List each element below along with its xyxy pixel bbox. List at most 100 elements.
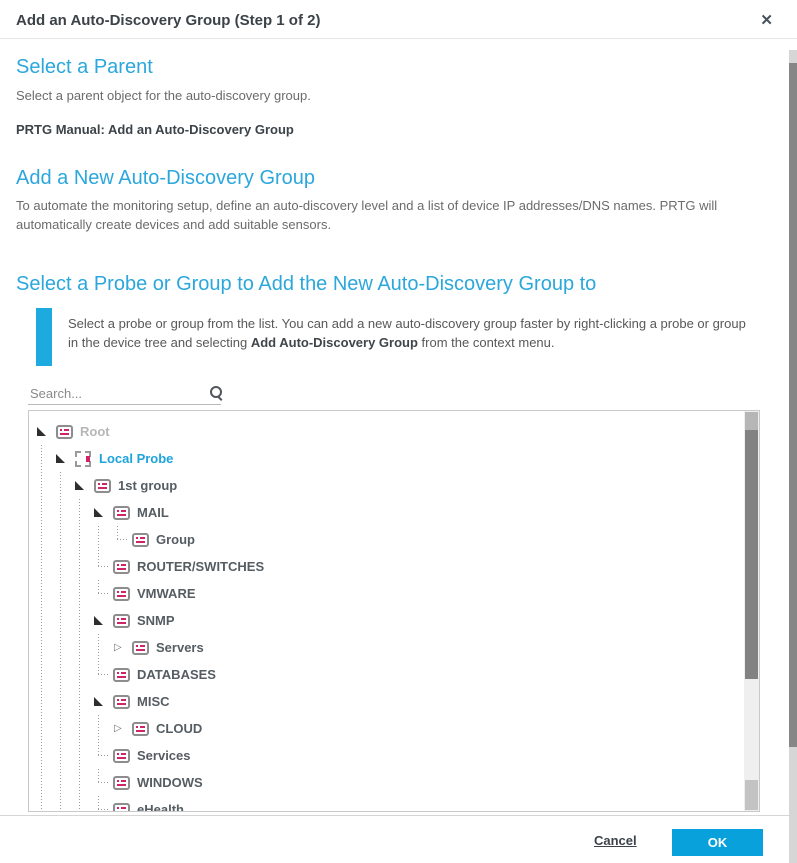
tree-node-local-probe[interactable]: Local Probe bbox=[29, 445, 759, 472]
tree-indent-guide bbox=[37, 580, 56, 607]
group-icon bbox=[113, 694, 131, 710]
tree-expander-expanded-icon[interactable] bbox=[94, 499, 113, 526]
tree-node-label[interactable]: MAIL bbox=[137, 505, 169, 520]
dialog-title: Add an Auto-Discovery Group (Step 1 of 2… bbox=[16, 12, 320, 29]
tree-expander-expanded-icon[interactable] bbox=[75, 472, 94, 499]
tree-connector bbox=[94, 580, 113, 607]
tree-indent-guide bbox=[37, 472, 56, 499]
tree-expander-collapsed-icon[interactable]: ▷ bbox=[113, 715, 132, 742]
tree-expander-collapsed-icon[interactable]: ▷ bbox=[113, 634, 132, 661]
tree-node-label[interactable]: ROUTER/SWITCHES bbox=[137, 559, 264, 574]
page-scrollbar-track[interactable] bbox=[789, 50, 797, 863]
prtg-manual-link[interactable]: PRTG Manual: Add an Auto-Discovery Group bbox=[16, 122, 294, 137]
tree-indent-guide bbox=[37, 499, 56, 526]
tree-node-servers[interactable]: ▷ Servers bbox=[29, 634, 759, 661]
tree-node-label[interactable]: CLOUD bbox=[156, 721, 202, 736]
close-icon[interactable]: ✕ bbox=[760, 11, 773, 29]
tree-scrollbar-top-cap[interactable] bbox=[745, 412, 758, 430]
tree-indent-guide bbox=[56, 769, 75, 796]
header-divider bbox=[0, 38, 797, 39]
info-box: Select a probe or group from the list. Y… bbox=[36, 308, 752, 366]
info-text-bold: Add Auto-Discovery Group bbox=[251, 335, 418, 350]
tree-indent-guide bbox=[75, 634, 94, 661]
info-text-post: from the context menu. bbox=[418, 335, 555, 350]
tree-scrollbar-bottom-cap[interactable] bbox=[745, 780, 758, 810]
group-icon bbox=[132, 532, 150, 548]
probe-icon bbox=[75, 451, 93, 467]
tree-connector bbox=[94, 661, 113, 688]
tree-indent-guide bbox=[94, 526, 113, 553]
tree-node-root[interactable]: Root bbox=[29, 418, 759, 445]
tree-indent-guide bbox=[56, 580, 75, 607]
tree-node-label[interactable]: VMWARE bbox=[137, 586, 196, 601]
tree-node-label[interactable]: MISC bbox=[137, 694, 170, 709]
tree-connector bbox=[94, 742, 113, 769]
tree-node-1st-group[interactable]: 1st group bbox=[29, 472, 759, 499]
tree-indent-guide bbox=[37, 526, 56, 553]
group-icon bbox=[113, 559, 131, 575]
tree-node-label[interactable]: DATABASES bbox=[137, 667, 216, 682]
tree-indent-guide bbox=[75, 715, 94, 742]
section-heading-add-group: Add a New Auto-Discovery Group bbox=[16, 167, 315, 190]
tree-expander-expanded-icon[interactable] bbox=[94, 607, 113, 634]
tree-scrollbar-track[interactable] bbox=[744, 411, 759, 811]
tree-node-databases[interactable]: DATABASES bbox=[29, 661, 759, 688]
tree-indent-guide bbox=[56, 715, 75, 742]
tree-node-label[interactable]: WINDOWS bbox=[137, 775, 203, 790]
tree-indent-guide bbox=[37, 634, 56, 661]
tree-indent-guide bbox=[94, 634, 113, 661]
tree-indent-guide bbox=[37, 742, 56, 769]
tree-node-mail[interactable]: MAIL bbox=[29, 499, 759, 526]
tree-node-misc[interactable]: MISC bbox=[29, 688, 759, 715]
group-icon bbox=[94, 478, 112, 494]
tree-indent-guide bbox=[94, 715, 113, 742]
device-tree-panel: Root Local Probe 1st group MAIL Group ROUTER/… bbox=[28, 410, 760, 812]
info-text: Select a probe or group from the list. Y… bbox=[52, 308, 752, 366]
tree-node-label[interactable]: eHealth bbox=[137, 802, 184, 812]
tree-node-label[interactable]: Services bbox=[137, 748, 191, 763]
tree-node-label[interactable]: Group bbox=[156, 532, 195, 547]
tree-indent-guide bbox=[37, 688, 56, 715]
section-heading-select-parent: Select a Parent bbox=[16, 56, 153, 79]
tree-expander-expanded-icon[interactable] bbox=[94, 688, 113, 715]
tree-node-cloud[interactable]: ▷ CLOUD bbox=[29, 715, 759, 742]
search-input[interactable] bbox=[28, 385, 208, 402]
page-scrollbar-thumb[interactable] bbox=[789, 63, 797, 747]
tree-node-services[interactable]: Services bbox=[29, 742, 759, 769]
tree-node-label[interactable]: 1st group bbox=[118, 478, 177, 493]
tree-indent-guide bbox=[75, 796, 94, 812]
tree-node-router-switches[interactable]: ROUTER/SWITCHES bbox=[29, 553, 759, 580]
tree-connector bbox=[94, 796, 113, 812]
group-icon bbox=[132, 721, 150, 737]
tree-node-vmware[interactable]: VMWARE bbox=[29, 580, 759, 607]
tree-indent-guide bbox=[37, 553, 56, 580]
tree-node-snmp[interactable]: SNMP bbox=[29, 607, 759, 634]
magnifier-icon[interactable] bbox=[208, 385, 224, 401]
ok-button[interactable]: OK bbox=[672, 829, 763, 856]
tree-indent-guide bbox=[75, 769, 94, 796]
group-icon bbox=[113, 775, 131, 791]
tree-node-ehealth[interactable]: eHealth bbox=[29, 796, 759, 812]
tree-expander-expanded-icon[interactable] bbox=[37, 418, 56, 445]
tree-node-label[interactable]: Root bbox=[80, 424, 110, 439]
device-tree: Root Local Probe 1st group MAIL Group ROUTER/… bbox=[29, 411, 759, 812]
tree-node-windows[interactable]: WINDOWS bbox=[29, 769, 759, 796]
tree-node-label[interactable]: Local Probe bbox=[99, 451, 173, 466]
tree-node-label[interactable]: Servers bbox=[156, 640, 204, 655]
cancel-button[interactable]: Cancel bbox=[594, 833, 637, 848]
tree-indent-guide bbox=[75, 553, 94, 580]
footer-divider bbox=[0, 815, 797, 816]
tree-node-label[interactable]: SNMP bbox=[137, 613, 175, 628]
tree-node-group[interactable]: Group bbox=[29, 526, 759, 553]
tree-scrollbar-thumb[interactable] bbox=[745, 430, 758, 679]
tree-indent-guide bbox=[56, 742, 75, 769]
section-heading-select-probe-group: Select a Probe or Group to Add the New A… bbox=[16, 273, 596, 296]
tree-indent-guide bbox=[56, 607, 75, 634]
info-accent-bar bbox=[36, 308, 52, 366]
tree-connector bbox=[94, 769, 113, 796]
tree-indent-guide bbox=[37, 445, 56, 472]
group-icon bbox=[113, 748, 131, 764]
tree-expander-expanded-icon[interactable] bbox=[56, 445, 75, 472]
tree-indent-guide bbox=[56, 553, 75, 580]
tree-indent-guide bbox=[56, 526, 75, 553]
